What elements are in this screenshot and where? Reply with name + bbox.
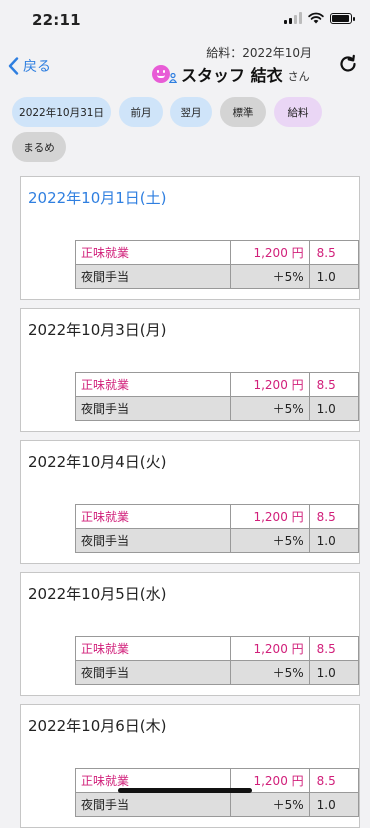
- pay-row: 正味就業 1,200 円 8.5: [74, 636, 360, 661]
- day-date: 2022年10月3日(月): [28, 321, 167, 339]
- pay-type-cell: 正味就業: [74, 372, 232, 397]
- pay-table: 正味就業 1,200 円 8.5 夜間手当 ＋5% 1.0: [74, 504, 360, 553]
- pay-table: 正味就業 1,200 円 8.5 夜間手当 ＋5% 1.0: [74, 372, 360, 421]
- next-month-chip[interactable]: 翌月: [170, 97, 212, 127]
- prev-month-chip[interactable]: 前月: [119, 97, 163, 127]
- day-date: 2022年10月1日(土): [28, 189, 167, 207]
- back-button[interactable]: 戻る: [8, 56, 51, 76]
- pay-table: 正味就業 1,200 円 8.5 夜間手当 ＋5% 1.0: [74, 240, 360, 289]
- pay-value-cell: 1.0: [308, 528, 360, 553]
- day-card[interactable]: 2022年10月6日(木) 正味就業 1,200 円 8.5 夜間手当 ＋5% 1.0: [20, 704, 360, 828]
- day-card[interactable]: 2022年10月5日(水) 正味就業 1,200 円 8.5 夜間手当 ＋5% 1.0: [20, 572, 360, 696]
- pay-type-cell: 正味就業: [74, 636, 232, 661]
- date-chip[interactable]: 2022年10月31日: [12, 97, 111, 127]
- pay-table: 正味就業 1,200 円 8.5 夜間手当 ＋5% 1.0: [74, 636, 360, 685]
- pay-value-cell: 8.5: [308, 504, 360, 529]
- pay-row: 夜間手当 ＋5% 1.0: [74, 528, 360, 553]
- chevron-left-icon: [8, 57, 19, 75]
- pay-rate-cell: ＋5%: [230, 396, 310, 421]
- pay-row: 夜間手当 ＋5% 1.0: [74, 264, 360, 289]
- day-date: 2022年10月6日(木): [28, 717, 167, 735]
- day-card[interactable]: 2022年10月3日(月) 正味就業 1,200 円 8.5 夜間手当 ＋5% 1.0: [20, 308, 360, 432]
- pay-row: 正味就業 1,200 円 8.5: [74, 372, 360, 397]
- pay-value-cell: 8.5: [308, 240, 360, 265]
- pay-type-cell: 夜間手当: [74, 396, 232, 421]
- wifi-icon: [308, 12, 324, 24]
- home-indicator: [118, 788, 252, 793]
- day-card[interactable]: 2022年10月1日(土) 正味就業 1,200 円 8.5 夜間手当 ＋5% 1.0: [20, 176, 360, 300]
- navigation-bar: 戻る 給料：2022年10月 スタッフ 結衣 さん: [0, 40, 370, 90]
- pay-rate-cell: ＋5%: [230, 528, 310, 553]
- pay-type-cell: 夜間手当: [74, 660, 232, 685]
- refresh-button[interactable]: [338, 54, 358, 78]
- pay-row: 正味就業 1,200 円 8.5: [74, 240, 360, 265]
- salary-chip[interactable]: 給料: [274, 97, 322, 127]
- pay-rate-cell: 1,200 円: [230, 504, 310, 529]
- standard-chip[interactable]: 標準: [220, 97, 266, 127]
- pay-value-cell: 1.0: [308, 264, 360, 289]
- pay-type-cell: 夜間手当: [74, 792, 232, 817]
- honorific: さん: [287, 70, 310, 83]
- pay-value-cell: 1.0: [308, 792, 360, 817]
- day-card[interactable]: 2022年10月4日(火) 正味就業 1,200 円 8.5 夜間手当 ＋5% 1.0: [20, 440, 360, 564]
- staff-name: スタッフ 結衣: [181, 66, 283, 85]
- pay-row: 正味就業 1,200 円 8.5: [74, 504, 360, 529]
- pay-rate-cell: ＋5%: [230, 660, 310, 685]
- status-icons: [284, 12, 355, 24]
- cellular-signal-icon: [284, 12, 302, 24]
- pay-row: 夜間手当 ＋5% 1.0: [74, 660, 360, 685]
- status-bar: 22:11: [0, 0, 370, 40]
- pay-rate-cell: 1,200 円: [230, 240, 310, 265]
- day-date: 2022年10月4日(火): [28, 453, 167, 471]
- day-date: 2022年10月5日(水): [28, 585, 167, 603]
- pay-rate-cell: 1,200 円: [230, 372, 310, 397]
- rounding-chip[interactable]: まるめ: [12, 132, 66, 162]
- pay-row: 夜間手当 ＋5% 1.0: [74, 396, 360, 421]
- smiley-avatar-icon: [152, 65, 170, 83]
- pay-row: 夜間手当 ＋5% 1.0: [74, 792, 360, 817]
- back-label: 戻る: [23, 59, 51, 75]
- pay-value-cell: 1.0: [308, 660, 360, 685]
- pay-rate-cell: 1,200 円: [230, 636, 310, 661]
- pay-rate-cell: ＋5%: [230, 792, 310, 817]
- pay-value-cell: 8.5: [308, 372, 360, 397]
- refresh-icon: [340, 54, 356, 72]
- pay-value-cell: 8.5: [308, 768, 360, 793]
- pay-value-cell: 8.5: [308, 636, 360, 661]
- pay-type-cell: 正味就業: [74, 240, 232, 265]
- battery-icon: [330, 12, 355, 24]
- staff-title: スタッフ 結衣 さん: [152, 62, 310, 86]
- status-time: 22:11: [32, 11, 81, 29]
- pay-rate-cell: ＋5%: [230, 264, 310, 289]
- pay-value-cell: 1.0: [308, 396, 360, 421]
- pay-type-cell: 正味就業: [74, 504, 232, 529]
- person-icon: [169, 73, 177, 83]
- pay-type-cell: 夜間手当: [74, 264, 232, 289]
- page-subtitle: 給料：2022年10月: [206, 46, 312, 60]
- pay-type-cell: 夜間手当: [74, 528, 232, 553]
